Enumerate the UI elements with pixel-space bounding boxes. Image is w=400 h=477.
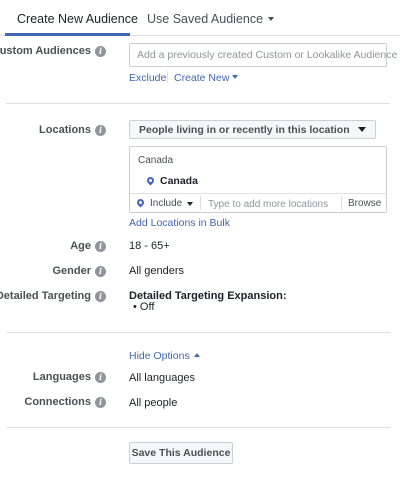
tab-use-saved-audience[interactable]: Use Saved Audience	[147, 12, 275, 26]
locations-box-divider	[130, 193, 386, 194]
location-pin-icon	[145, 175, 156, 185]
info-icon[interactable]: i	[95, 265, 106, 277]
location-type-value: People living in or recently in this loc…	[139, 123, 350, 136]
expansion-value-text: Off	[139, 301, 155, 313]
info-icon[interactable]: i	[95, 45, 106, 57]
age-label: Age i	[70, 240, 106, 252]
detailed-targeting-label-text: Detailed Targeting	[0, 290, 91, 302]
custom-audiences-input[interactable]: Add a previously created Custom or Looka…	[129, 43, 397, 67]
locations-label: Locations i	[39, 124, 106, 136]
info-icon[interactable]: i	[95, 396, 106, 408]
include-label: Include	[150, 198, 183, 209]
create-new-label: Create New	[174, 72, 230, 84]
chevron-down-icon	[232, 75, 239, 80]
custom-audiences-label: Custom Audiences i	[0, 45, 106, 57]
section-divider	[6, 332, 390, 333]
browse-divider	[341, 196, 342, 210]
add-locations-bulk-link[interactable]: Add Locations in Bulk	[129, 217, 230, 229]
detailed-targeting-label: Detailed Targeting i	[0, 290, 106, 302]
tab-create-new-audience[interactable]: Create New Audience	[17, 12, 138, 26]
connections-value[interactable]: All people	[129, 397, 177, 409]
save-audience-button[interactable]: Save This Audience	[129, 442, 233, 464]
age-value[interactable]: 18 - 65+	[129, 240, 170, 252]
age-label-text: Age	[70, 240, 91, 252]
connections-label-text: Connections	[24, 396, 91, 408]
gender-value[interactable]: All genders	[129, 265, 184, 277]
hide-options-label: Hide Options	[129, 350, 190, 362]
locations-box: Canada Canada Include Type to add more l…	[129, 146, 387, 213]
chevron-up-icon	[193, 353, 200, 358]
exclude-link[interactable]: Exclude	[129, 72, 166, 84]
audience-tabs: Create New Audience Use Saved Audience	[0, 0, 400, 36]
location-pin-icon	[135, 197, 146, 208]
chevron-down-icon	[268, 16, 275, 21]
custom-audiences-label-text: Custom Audiences	[0, 45, 91, 57]
selected-location-label: Canada	[160, 175, 198, 187]
location-type-select[interactable]: People living in or recently in this loc…	[129, 120, 376, 139]
selected-location[interactable]: Canada	[145, 175, 198, 187]
connections-label: Connections i	[24, 396, 106, 408]
section-divider	[6, 427, 390, 428]
add-location-placeholder: Type to add more locations	[208, 199, 329, 210]
custom-audiences-placeholder: Add a previously created Custom or Looka…	[137, 49, 398, 61]
include-divider	[200, 196, 201, 210]
detailed-targeting-expansion-value[interactable]: • Off	[133, 301, 154, 313]
add-location-input[interactable]: Type to add more locations	[208, 198, 328, 210]
link-divider	[167, 71, 168, 83]
info-icon[interactable]: i	[95, 240, 106, 252]
tab-use-saved-label: Use Saved Audience	[147, 12, 264, 26]
locations-label-text: Locations	[39, 124, 91, 136]
chevron-down-icon	[187, 201, 194, 206]
hide-options-link[interactable]: Hide Options	[129, 350, 200, 362]
info-icon[interactable]: i	[95, 290, 106, 302]
gender-label: Gender i	[52, 265, 106, 277]
active-tab-indicator	[5, 33, 130, 36]
info-icon[interactable]: i	[95, 124, 106, 136]
info-icon[interactable]: i	[95, 371, 106, 383]
gender-label-text: Gender	[52, 265, 91, 277]
languages-value[interactable]: All languages	[129, 372, 195, 384]
languages-label: Languages i	[33, 371, 106, 383]
chevron-down-icon	[357, 127, 366, 132]
section-divider	[6, 103, 390, 104]
include-select[interactable]: Include	[135, 197, 194, 209]
country-group-header: Canada	[138, 155, 174, 166]
languages-label-text: Languages	[32, 371, 91, 383]
create-new-link[interactable]: Create New	[174, 72, 239, 84]
browse-button[interactable]: Browse	[348, 198, 381, 209]
